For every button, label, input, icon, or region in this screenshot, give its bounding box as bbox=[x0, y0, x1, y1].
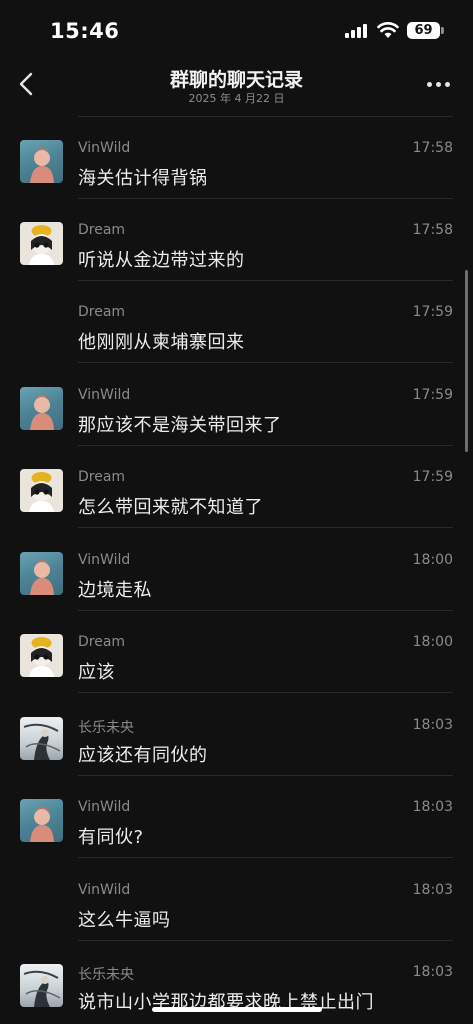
sender-name: VinWild bbox=[78, 387, 131, 403]
message-text: 有同伙? bbox=[78, 827, 144, 848]
battery-cap bbox=[441, 27, 444, 34]
message-time: 18:00 bbox=[412, 552, 453, 568]
divider bbox=[78, 857, 453, 858]
message-time: 18:00 bbox=[412, 634, 453, 650]
message-text: 应该 bbox=[78, 662, 115, 683]
message-text: 海关估计得背锅 bbox=[78, 168, 208, 189]
message-time: 18:03 bbox=[412, 882, 453, 898]
vinwild-avatar[interactable] bbox=[20, 387, 63, 430]
scrollbar[interactable] bbox=[465, 270, 468, 452]
home-indicator[interactable] bbox=[152, 1007, 322, 1012]
page-subtitle-date: 2025 年 4 月22 日 bbox=[188, 92, 285, 105]
sender-name: VinWild bbox=[78, 882, 131, 898]
message-text: 那应该不是海关带回来了 bbox=[78, 415, 282, 436]
sender-name: Dream bbox=[78, 469, 126, 485]
divider bbox=[78, 527, 453, 528]
status-time: 15:46 bbox=[50, 19, 120, 43]
sender-name: Dream bbox=[78, 634, 126, 650]
divider bbox=[78, 362, 453, 363]
message-list[interactable]: VinWild 17:58 海关估计得背锅 Dream 17:58 听说从金边带… bbox=[0, 110, 473, 1024]
sender-name: Dream bbox=[78, 222, 126, 238]
message-item[interactable]: Dream 17:59 他刚刚从柬埔寨回来 bbox=[0, 281, 473, 363]
nav-header: 群聊的聊天记录 2025 年 4 月22 日 bbox=[0, 58, 473, 110]
message-text: 听说从金边带过来的 bbox=[78, 250, 245, 271]
more-dots-icon[interactable] bbox=[424, 74, 454, 94]
message-time: 17:59 bbox=[412, 304, 453, 320]
message-item[interactable]: VinWild 18:03 这么牛逼吗 bbox=[0, 859, 473, 941]
sender-name: 长乐未央 bbox=[78, 967, 134, 983]
sender-name: 长乐未央 bbox=[78, 720, 134, 736]
message-text: 怎么带回来就不知道了 bbox=[78, 497, 263, 518]
page-title: 群聊的聊天记录 bbox=[169, 69, 303, 91]
message-text: 边境走私 bbox=[78, 580, 152, 601]
vinwild-avatar[interactable] bbox=[20, 799, 63, 842]
sender-name: VinWild bbox=[78, 799, 131, 815]
divider bbox=[78, 692, 453, 693]
battery-indicator: 69 bbox=[407, 22, 440, 39]
message-item[interactable]: VinWild 17:59 那应该不是海关带回来了 bbox=[0, 364, 473, 446]
message-time: 17:59 bbox=[412, 387, 453, 403]
message-item[interactable]: 长乐未央 18:03 应该还有同伙的 bbox=[0, 694, 473, 776]
sender-name: VinWild bbox=[78, 552, 131, 568]
message-item[interactable]: Dream 17:59 怎么带回来就不知道了 bbox=[0, 446, 473, 528]
message-time: 17:58 bbox=[412, 222, 453, 238]
changle-avatar[interactable] bbox=[20, 964, 63, 1007]
message-time: 18:03 bbox=[412, 964, 453, 980]
message-item[interactable]: VinWild 17:58 海关估计得背锅 bbox=[0, 117, 473, 199]
message-text: 他刚刚从柬埔寨回来 bbox=[78, 332, 245, 353]
dream-avatar[interactable] bbox=[20, 469, 63, 512]
message-time: 18:03 bbox=[412, 799, 453, 815]
dream-avatar[interactable] bbox=[20, 634, 63, 677]
sender-name: Dream bbox=[78, 304, 126, 320]
message-time: 17:58 bbox=[412, 140, 453, 156]
message-item[interactable]: Dream 18:00 应该 bbox=[0, 611, 473, 693]
message-time: 18:03 bbox=[412, 717, 453, 733]
signal-icon bbox=[345, 24, 367, 38]
vinwild-avatar[interactable] bbox=[20, 552, 63, 595]
status-bar: 15:46 69 bbox=[0, 0, 473, 58]
dream-avatar[interactable] bbox=[20, 222, 63, 265]
message-item[interactable]: Dream 17:58 听说从金边带过来的 bbox=[0, 199, 473, 281]
message-time: 17:59 bbox=[412, 469, 453, 485]
sender-name: VinWild bbox=[78, 140, 131, 156]
message-text: 应该还有同伙的 bbox=[78, 745, 208, 766]
message-item[interactable]: VinWild 18:00 边境走私 bbox=[0, 529, 473, 611]
wifi-icon bbox=[377, 22, 399, 38]
message-text: 这么牛逼吗 bbox=[78, 910, 171, 931]
changle-avatar[interactable] bbox=[20, 717, 63, 760]
chat-history-screen: 15:46 69 群聊的聊天记录 2025 年 4 月22 日 VinWild … bbox=[0, 0, 473, 1024]
message-item[interactable]: VinWild 18:03 有同伙? bbox=[0, 776, 473, 858]
vinwild-avatar[interactable] bbox=[20, 140, 63, 183]
